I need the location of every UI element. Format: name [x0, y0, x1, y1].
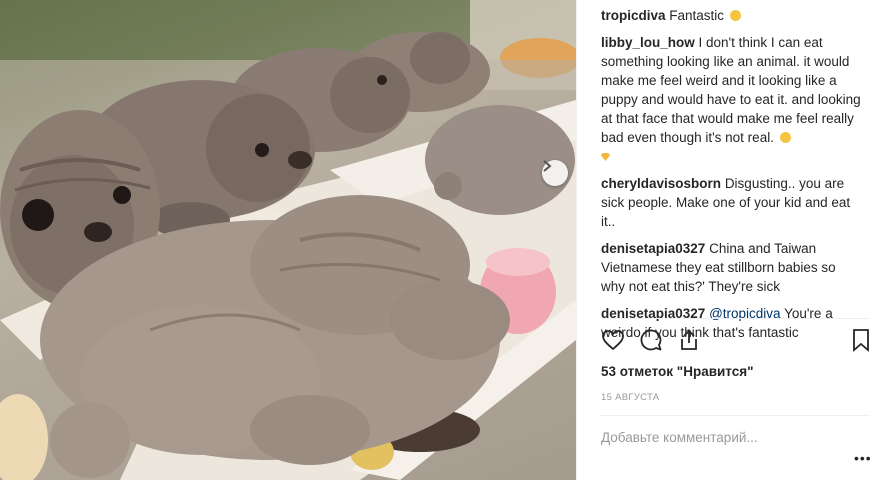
comment-username[interactable]: cheryldavisosborn [601, 176, 721, 191]
comment-text: Fantastic [669, 8, 725, 23]
likes-count[interactable]: 53 отметок "Нравится" [601, 364, 754, 379]
post-date[interactable]: 15 АВГУСТА [601, 392, 659, 403]
actions-divider [601, 318, 870, 319]
post-side-panel: tropicdiva Fantastic libby_lou_how I don… [576, 0, 870, 480]
bookmark-icon[interactable] [851, 328, 870, 352]
grin-emoji-icon [729, 10, 741, 21]
comment-item: denisetapia0327 China and Taiwan Vietnam… [601, 239, 863, 296]
chevron-right-icon [543, 160, 552, 172]
post-photo [0, 0, 576, 480]
comment-username[interactable]: tropicdiva [601, 8, 666, 23]
comment-username[interactable]: denisetapia0327 [601, 241, 705, 256]
comment-item: libby_lou_how I don't think I can eat so… [601, 33, 863, 166]
add-comment-input[interactable] [601, 430, 831, 445]
post-actions-bar [601, 328, 870, 356]
heart-icon[interactable] [601, 328, 625, 352]
comment-item: cheryldavisosborn Disgusting.. you are s… [601, 174, 863, 231]
comment-username[interactable]: libby_lou_how [601, 35, 695, 50]
comments-list: tropicdiva Fantastic libby_lou_how I don… [601, 6, 863, 350]
comment-text: I don't think I can eat something lookin… [601, 35, 861, 145]
comment-item: tropicdiva Fantastic [601, 6, 863, 25]
astonished-emoji-icon [779, 132, 791, 143]
next-photo-button[interactable] [542, 160, 568, 186]
sharpei-cakes-photo [0, 0, 576, 480]
more-options-button[interactable]: ••• [854, 450, 870, 466]
comment-bubble-icon[interactable] [639, 328, 663, 352]
share-icon[interactable] [677, 328, 701, 352]
add-comment-divider [601, 415, 870, 416]
gem-emoji-icon [601, 153, 610, 161]
